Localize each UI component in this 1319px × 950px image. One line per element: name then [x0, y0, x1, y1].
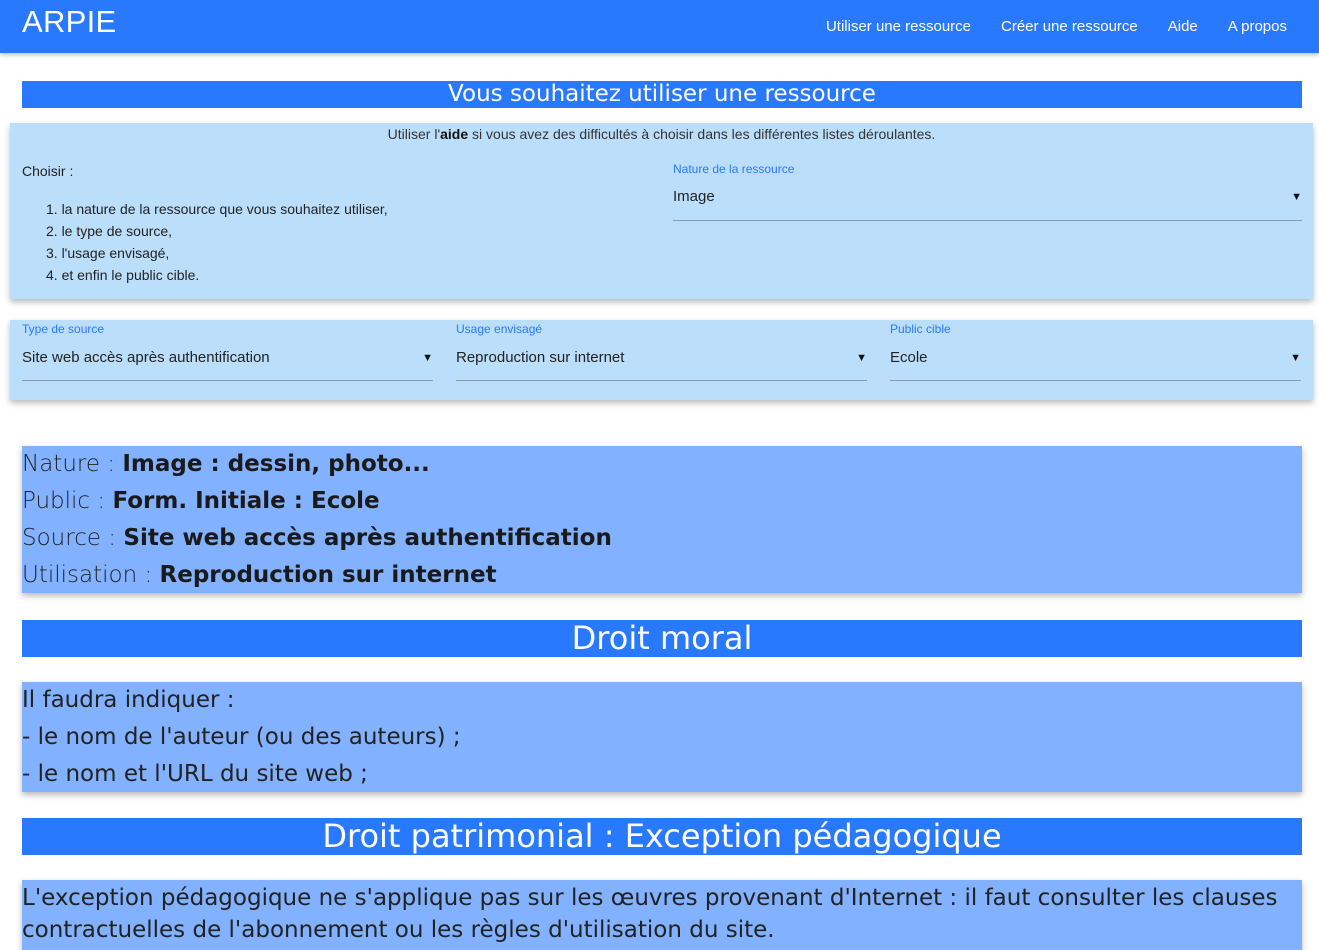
nav-link-about[interactable]: A propos: [1228, 18, 1287, 35]
triangle-down-icon: ▼: [422, 352, 433, 364]
audience-select-label: Public cible: [890, 322, 951, 336]
summary-usage: Utilisation : Reproduction sur internet: [22, 557, 1302, 594]
triangle-down-icon: ▼: [1291, 191, 1302, 203]
usage-select-value: Reproduction sur internet: [456, 349, 625, 366]
summary-public-label: Public :: [22, 488, 113, 514]
nav-links: Utiliser une ressource Créer une ressour…: [826, 0, 1319, 53]
step-item: 3. l'usage envisagé,: [46, 245, 170, 261]
triangle-down-icon: ▼: [856, 352, 867, 364]
summary-public-value: Form. Initiale : Ecole: [112, 488, 380, 514]
hint-text-before: Utiliser l': [387, 126, 441, 142]
nature-select[interactable]: Nature de la ressource Image ▼: [673, 162, 1302, 222]
step-item: 1. la nature de la ressource que vous so…: [46, 201, 388, 217]
select-underline: [673, 220, 1302, 221]
usage-select-label: Usage envisagé: [456, 322, 543, 336]
summary-nature: Nature : Image : dessin, photo...: [22, 446, 1302, 483]
brand-logo[interactable]: ARPIE: [22, 4, 117, 40]
source-type-select[interactable]: Type de source Site web accès après auth…: [22, 322, 433, 382]
select-underline: [22, 380, 433, 381]
select-underline: [456, 380, 867, 381]
nature-select-label: Nature de la ressource: [673, 162, 795, 176]
step-item: 4. et enfin le public cible.: [46, 267, 200, 283]
patrimonial-text: L'exception pédagogique ne s'applique pa…: [22, 885, 1278, 943]
help-hint-bold: aide: [440, 126, 469, 142]
nav-link-help[interactable]: Aide: [1168, 18, 1198, 35]
usage-select[interactable]: Usage envisagé Reproduction sur internet…: [456, 322, 867, 382]
summary-usage-label: Utilisation :: [22, 562, 160, 588]
audience-select[interactable]: Public cible Ecole ▼: [890, 322, 1301, 382]
summary-nature-value: Image : dessin, photo...: [122, 451, 430, 477]
moral-line: Il faudra indiquer :: [22, 687, 235, 713]
form-selects-card: Type de source Site web accès après auth…: [10, 320, 1313, 400]
summary-nature-label: Nature :: [22, 451, 123, 477]
hint-text-after: si vous avez des difficultés à choisir d…: [468, 126, 936, 142]
step-item: 2. le type de source,: [46, 223, 173, 239]
nav-link-use-resource[interactable]: Utiliser une ressource: [826, 18, 971, 35]
nav-link-create-resource[interactable]: Créer une ressource: [1001, 18, 1138, 35]
summary-source-label: Source :: [22, 525, 124, 551]
patrimonial-rights-box: L'exception pédagogique ne s'applique pa…: [22, 880, 1302, 950]
source-type-select-value: Site web accès après authentification: [22, 349, 270, 366]
help-hint: Utiliser l'aide si vous avez des difficu…: [10, 126, 1313, 142]
patrimonial-rights-title: Droit patrimonial : Exception pédagogiqu…: [22, 818, 1302, 855]
use-resource-title: Vous souhaitez utiliser une ressource: [22, 81, 1302, 108]
form-instructions-card: Utiliser l'aide si vous avez des difficu…: [10, 123, 1313, 299]
moral-rights-box: Il faudra indiquer : - le nom de l'auteu…: [22, 682, 1302, 792]
choose-label: Choisir :: [22, 163, 74, 179]
triangle-down-icon: ▼: [1290, 352, 1301, 364]
selection-summary: Nature : Image : dessin, photo... Public…: [22, 446, 1302, 593]
moral-rights-title: Droit moral: [22, 620, 1302, 657]
moral-line: - le nom et l'URL du site web ;: [22, 761, 368, 787]
top-navbar: ARPIE Utiliser une ressource Créer une r…: [0, 0, 1319, 53]
summary-usage-value: Reproduction sur internet: [159, 562, 497, 588]
summary-public: Public : Form. Initiale : Ecole: [22, 483, 1302, 520]
audience-select-value: Ecole: [890, 349, 928, 366]
moral-line: - le nom de l'auteur (ou des auteurs) ;: [22, 724, 461, 750]
summary-source: Source : Site web accès après authentifi…: [22, 520, 1302, 557]
summary-source-value: Site web accès après authentification: [123, 525, 612, 551]
steps-list: 1. la nature de la ressource que vous so…: [46, 200, 388, 288]
source-type-select-label: Type de source: [22, 322, 105, 336]
nature-select-value: Image: [673, 188, 715, 205]
select-underline: [890, 380, 1301, 381]
